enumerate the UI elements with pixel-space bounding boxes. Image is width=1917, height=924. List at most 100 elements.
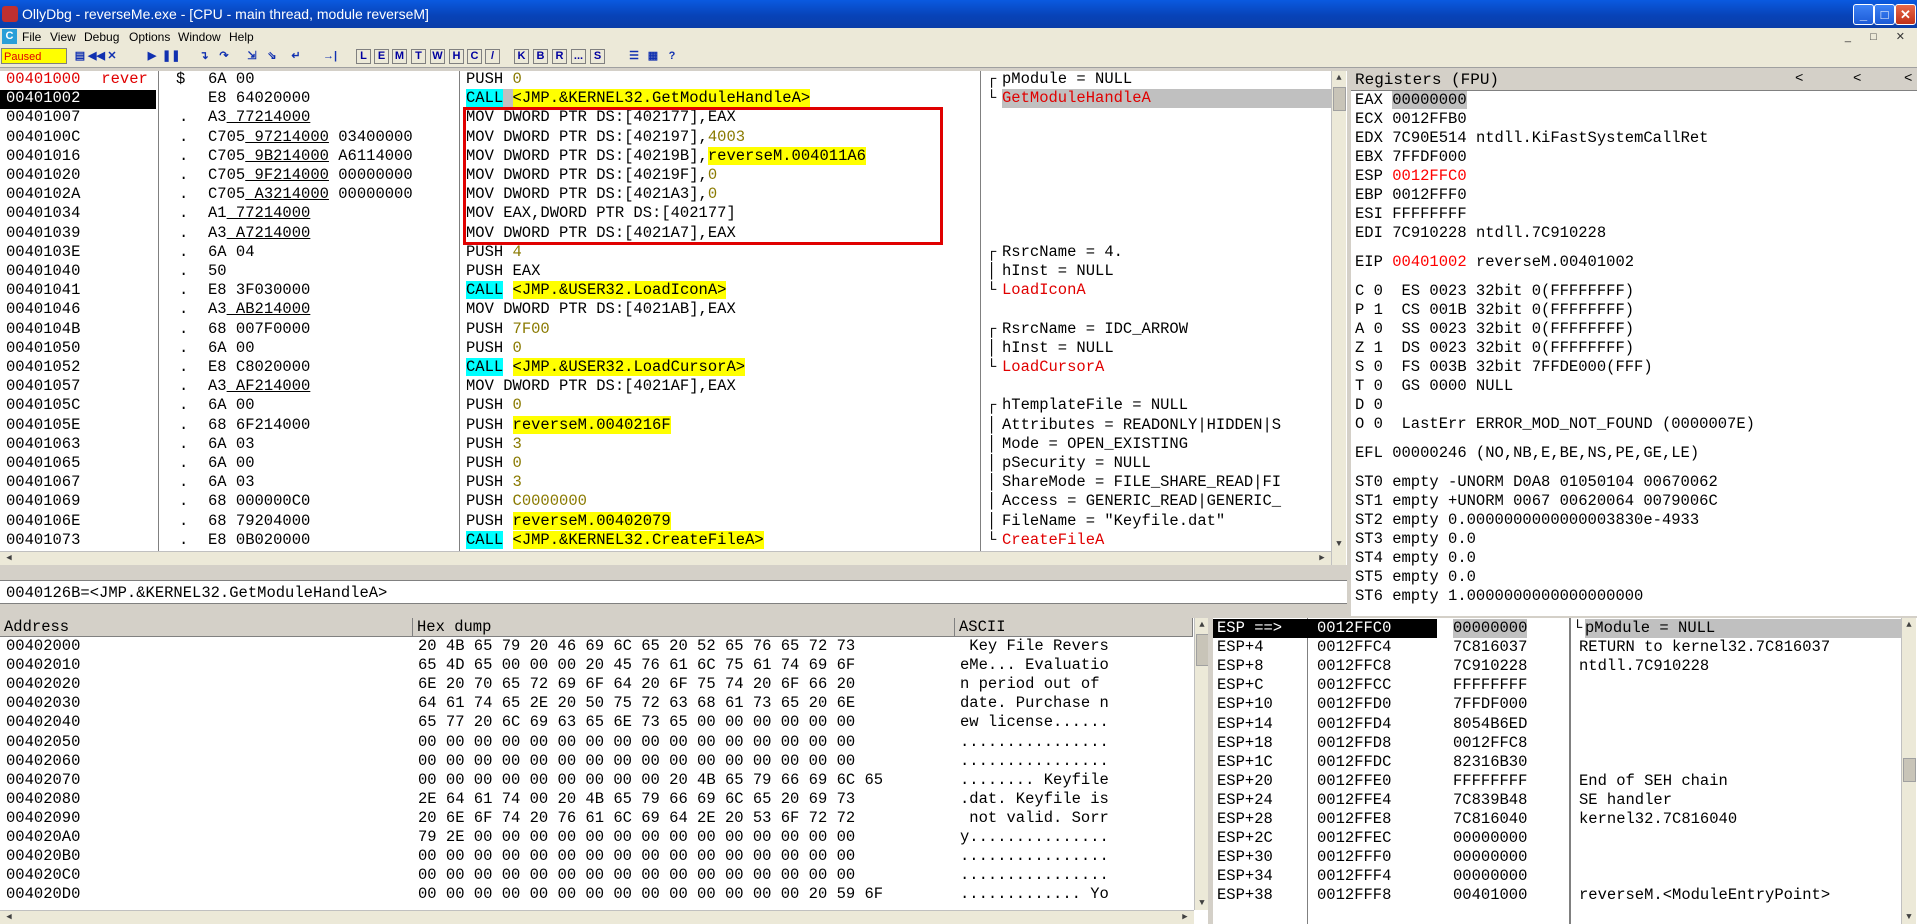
instruction-address: 00401007 xyxy=(6,108,81,127)
register-value[interactable]: 0012FFC0 xyxy=(1392,167,1466,185)
title-bar[interactable]: OllyDbg - reverseMe.exe - [CPU - main th… xyxy=(0,0,1917,28)
grid-icon[interactable]: ▦ xyxy=(645,49,661,64)
column-separator xyxy=(1307,618,1308,924)
trace-into-icon[interactable]: ⇲ xyxy=(244,49,260,64)
comment-text: pSecurity = NULL xyxy=(1002,454,1151,472)
stack-address: 0012FFC0 xyxy=(1317,619,1392,637)
stack-value: 82316B30 xyxy=(1453,752,1528,771)
disassembly-horizontal-scrollbar[interactable]: ◀ ▶ xyxy=(0,551,1331,565)
stack-offset: ESP+20 xyxy=(1217,771,1273,790)
stack-vertical-scrollbar[interactable]: ▲ ▼ xyxy=(1901,618,1916,924)
register-value[interactable]: FFFFFFFF xyxy=(1392,205,1466,223)
dump-horizontal-scrollbar[interactable]: ◀ ▶ xyxy=(0,910,1194,924)
maximize-icon[interactable]: □ xyxy=(1874,4,1895,25)
stack-offset: ESP+24 xyxy=(1217,790,1273,809)
register-line: A 0 SS 0023 32bit 0(FFFFFFFF) xyxy=(1355,320,1634,339)
register-value[interactable]: 7C90E514 xyxy=(1392,129,1466,147)
disassembly-vertical-scrollbar[interactable]: ▲ ▼ xyxy=(1331,71,1346,565)
dump-ascii: eMe... Evaluatio xyxy=(960,656,1109,675)
memory-map-button[interactable]: M xyxy=(392,49,407,64)
open-icon[interactable]: ▤ xyxy=(72,49,88,64)
instruction-bytes: C705 A3214000 00000000 xyxy=(208,185,413,204)
register-value[interactable]: 7C910228 xyxy=(1392,224,1466,242)
column-header-ascii[interactable]: ASCII xyxy=(955,618,1193,637)
scroll-thumb[interactable] xyxy=(1333,87,1346,111)
chevron-left-icon[interactable]: < xyxy=(1795,71,1803,87)
column-header-address[interactable]: Address xyxy=(0,618,413,637)
stack-value: 7FFDF000 xyxy=(1453,695,1528,714)
comment-bracket: │ xyxy=(987,338,997,357)
call-stack-button[interactable]: K xyxy=(514,49,529,64)
register-name: ST4 empty 0.0 xyxy=(1355,549,1476,567)
menu-view[interactable]: View xyxy=(50,28,76,46)
register-name: ESI xyxy=(1355,205,1393,223)
register-value[interactable]: 00000000 xyxy=(1392,91,1467,109)
register-line: ESP 0012FFC0 xyxy=(1355,167,1467,186)
menu-debug[interactable]: Debug xyxy=(84,28,119,46)
log-window-button[interactable]: L xyxy=(356,49,371,64)
menu-help[interactable]: Help xyxy=(229,28,254,46)
step-over-icon[interactable]: ↷ xyxy=(216,49,232,64)
stack-value: 7C839B48 xyxy=(1453,790,1528,809)
trace-over-icon[interactable]: ⇘ xyxy=(264,49,280,64)
list-icon[interactable]: ☰ xyxy=(626,49,642,64)
cpu-window-icon[interactable]: C xyxy=(2,29,17,44)
registers-pane[interactable]: Registers (FPU) < < < EAX 00000000 ECX 00… xyxy=(1351,71,1917,616)
pause-icon[interactable]: ❚❚ xyxy=(162,49,180,64)
cpu-button[interactable]: C xyxy=(467,49,482,64)
run-icon[interactable]: ▶ xyxy=(144,49,160,64)
source-button[interactable]: S xyxy=(590,49,605,64)
menu-options[interactable]: Options xyxy=(129,28,170,46)
comment-text: hTemplateFile = NULL xyxy=(1002,396,1189,415)
execute-till-return-icon[interactable]: ↵ xyxy=(288,49,304,64)
close-icon[interactable]: ✕ xyxy=(1895,4,1916,25)
menu-window[interactable]: Window xyxy=(178,28,221,46)
menu-file[interactable]: File xyxy=(22,28,41,46)
register-value[interactable]: 7FFDF000 xyxy=(1392,148,1466,166)
register-value[interactable]: 0012FFF0 xyxy=(1392,186,1466,204)
dump-hex: 00 00 00 00 00 00 00 00 00 00 00 00 00 0… xyxy=(418,885,884,904)
windows-button[interactable]: W xyxy=(430,49,445,64)
register-value[interactable]: 00401002 xyxy=(1392,253,1466,271)
scroll-thumb[interactable] xyxy=(1903,758,1916,782)
jump-marker: . xyxy=(179,108,189,127)
breakpoints-button[interactable]: B xyxy=(533,49,548,64)
register-name: S 0 FS 003B 32bit 7FFDE000(FFF) xyxy=(1355,358,1653,376)
jump-marker: . xyxy=(179,492,189,511)
disassembly-pane[interactable]: 00401000 rever $6A 00 PUSH 0 00401002 E8 640… xyxy=(0,71,1347,565)
comment-text: Mode = OPEN_EXISTING xyxy=(1002,434,1189,453)
run-trace-button[interactable]: ... xyxy=(571,49,586,64)
register-line: EBX 7FFDF000 xyxy=(1355,148,1467,167)
stack-value: 00401000 xyxy=(1453,886,1528,905)
stack-address: 0012FFDC xyxy=(1317,752,1392,771)
register-value[interactable]: 0012FFB0 xyxy=(1392,110,1466,128)
jump-marker: . xyxy=(179,473,189,492)
dump-hex: 00 00 00 00 00 00 00 00 00 00 00 00 00 0… xyxy=(418,847,856,866)
registers-header[interactable]: Registers (FPU) < < < xyxy=(1351,71,1917,91)
goto-icon[interactable]: →| xyxy=(322,49,338,64)
chevron-left-icon[interactable]: < xyxy=(1904,71,1912,87)
register-line: ST3 empty 0.0 xyxy=(1355,530,1476,549)
restart-icon[interactable]: ◀◀ xyxy=(88,49,105,64)
chevron-left-icon[interactable]: < xyxy=(1853,71,1861,87)
minimize-icon[interactable]: _ xyxy=(1853,4,1874,25)
close-program-icon[interactable]: ✕ xyxy=(104,49,120,64)
help-icon[interactable]: ? xyxy=(664,49,680,64)
patches-button[interactable]: / xyxy=(485,49,500,64)
jump-marker: . xyxy=(179,338,189,357)
dump-address: 00402090 xyxy=(6,808,81,827)
hex-dump-pane[interactable]: Address Hex dump ASCII 00402000 20 4B 65 … xyxy=(0,618,1208,924)
step-into-icon[interactable]: ↴ xyxy=(196,49,212,64)
dump-vertical-scrollbar[interactable]: ▲ ▼ xyxy=(1194,618,1208,910)
jump-marker: . xyxy=(179,146,189,165)
handles-button[interactable]: H xyxy=(449,49,464,64)
instruction-bytes: 6A 00 xyxy=(208,396,255,415)
mdi-window-controls[interactable]: _ □ ✕ xyxy=(1845,28,1913,46)
stack-pane[interactable]: ESP ==> 0012FFC0 00000000 └ pModule = NULL ES… xyxy=(1213,618,1917,924)
scroll-thumb[interactable] xyxy=(1196,634,1208,666)
references-button[interactable]: R xyxy=(552,49,567,64)
ollydbg-bug-icon xyxy=(2,6,18,22)
threads-button[interactable]: T xyxy=(411,49,426,64)
column-header-hex-dump[interactable]: Hex dump xyxy=(413,618,955,637)
executable-modules-button[interactable]: E xyxy=(374,49,389,64)
